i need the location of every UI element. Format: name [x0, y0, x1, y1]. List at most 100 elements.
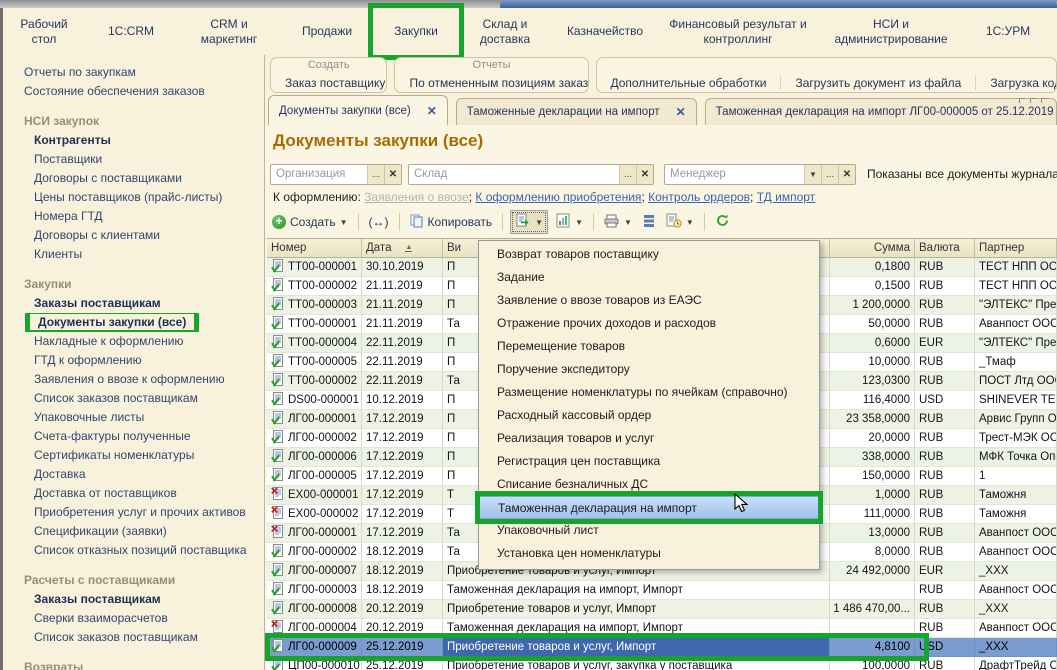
section-tab-4[interactable]: Продажи	[281, 8, 373, 55]
doc-clock-icon	[666, 213, 682, 231]
table-row[interactable]: ЛГ00-00000420.12.2019Таможенная декларац…	[267, 619, 1057, 638]
clear-icon[interactable]: ✕	[838, 165, 855, 184]
sidebar-item[interactable]: Заказы поставщикам	[3, 590, 264, 609]
document-tab-3[interactable]: Таможенная декларация на импорт ЛГ00-000…	[705, 98, 1057, 125]
table-row[interactable]: ЦП00-00001025.12.2019Приобретение товаро…	[267, 657, 1057, 670]
menu-item-3[interactable]: Заявление о ввозе товаров из ЕАЭС	[479, 289, 819, 312]
sidebar-item[interactable]: Клиенты	[3, 245, 264, 264]
create-button[interactable]: + Создать ▼	[269, 213, 351, 231]
table-row[interactable]: ЛГ00-00000820.12.2019Приобретение товаро…	[267, 600, 1057, 619]
copy-button[interactable]: Копировать	[407, 212, 496, 233]
ribbon-command[interactable]: По отмененным позициям заказа	[395, 76, 588, 90]
filter-1[interactable]: Организация...✕	[270, 164, 402, 185]
sidebar-item[interactable]: Список заказов поставщикам	[3, 389, 264, 408]
table-row[interactable]: ЛГ00-00000925.12.2019Приобретение товаро…	[267, 638, 1057, 657]
sidebar-item[interactable]: Номера ГТД	[3, 207, 264, 226]
choose-icon[interactable]: ...	[821, 165, 838, 184]
sidebar-item[interactable]: Документы закупки (все)	[3, 313, 264, 332]
sidebar-item[interactable]: Договоры с поставщиками	[3, 169, 264, 188]
sidebar-item[interactable]: Доставка	[3, 465, 264, 484]
panel-controls-icon[interactable]	[1019, 98, 1047, 103]
sidebar-item[interactable]: Отчеты по закупкам	[3, 63, 264, 82]
quick-link-2[interactable]: К оформлению приобретения	[475, 190, 641, 204]
list-settings-button[interactable]	[640, 212, 658, 233]
sidebar-item[interactable]: Заказы поставщикам	[3, 294, 264, 313]
menu-item-14[interactable]: Установка цен номенклатуры	[479, 542, 819, 565]
section-tab-3[interactable]: CRM и маркетинг	[177, 8, 281, 55]
menu-item-8[interactable]: Расходный кассовый ордер	[479, 404, 819, 427]
close-icon[interactable]: ✕	[676, 105, 686, 119]
create-based-on-icon	[515, 213, 531, 231]
sidebar-item[interactable]: Заявления о ввозе к оформлению	[3, 370, 264, 389]
choose-icon[interactable]: ...	[367, 165, 384, 184]
column-header-5[interactable]: Валюта	[915, 239, 975, 257]
menu-item-4[interactable]: Отражение прочих доходов и расходов	[479, 312, 819, 335]
column-header-4[interactable]: Сумма	[830, 239, 915, 257]
document-tab-1[interactable]: Документы закупки (все)✕	[268, 95, 448, 125]
sidebar-item[interactable]: Состояние обеспечения заказов	[3, 82, 264, 101]
document-date-cell: 21.11.2019	[362, 277, 443, 296]
document-journal-button[interactable]: ▼	[663, 211, 697, 233]
menu-item-11[interactable]: Списание безналичных ДС	[479, 473, 819, 496]
filter-2[interactable]: Склад...✕	[408, 164, 654, 185]
sidebar-item[interactable]: Доставка от поставщиков	[3, 484, 264, 503]
sidebar-item[interactable]: Договоры с клиентами	[3, 226, 264, 245]
section-tab-7[interactable]: Казначейство	[551, 8, 659, 55]
quick-link-4[interactable]: ТД импорт	[757, 190, 815, 204]
section-tab-1[interactable]: Рабочий стол	[3, 8, 85, 55]
sidebar-item[interactable]: ГТД к оформлению	[3, 351, 264, 370]
menu-item-7[interactable]: Размещение номенклатуры по ячейкам (спра…	[479, 381, 819, 404]
menu-item-10[interactable]: Регистрация цен поставщика	[479, 450, 819, 473]
close-icon[interactable]: ✕	[427, 104, 437, 118]
section-tab-10[interactable]: 1С:УРМ	[965, 8, 1051, 55]
section-tab-9[interactable]: НСИ и администрирование	[817, 8, 965, 55]
reports-button[interactable]: ▼	[553, 211, 586, 233]
sidebar-item[interactable]: Упаковочные листы	[3, 408, 264, 427]
section-tab-6[interactable]: Склад и доставка	[459, 8, 551, 55]
ribbon-command[interactable]: Загрузить документ из файла	[780, 76, 975, 90]
match-button[interactable]: (↔)	[366, 213, 392, 231]
sidebar-item[interactable]: Цены поставщиков (прайс-листы)	[3, 188, 264, 207]
sidebar-item[interactable]: Сертификаты номенклатуры	[3, 446, 264, 465]
quick-link-1[interactable]: Заявления о ввозе	[364, 190, 469, 204]
filter-3[interactable]: Менеджер▼...✕	[664, 164, 856, 185]
create-based-on-button[interactable]: ▼	[510, 210, 548, 234]
print-button[interactable]: ▼	[601, 212, 635, 233]
quick-link-3[interactable]: Контроль ордеров	[648, 190, 750, 204]
choose-icon[interactable]: ...	[619, 165, 636, 184]
sidebar-item[interactable]: Поставщики	[3, 150, 264, 169]
ribbon-command[interactable]: Дополнительные обработки	[597, 76, 781, 90]
menu-item-13[interactable]: Упаковочный лист	[479, 519, 819, 542]
section-tab-5[interactable]: Закупки	[373, 8, 459, 55]
document-tab-label: Таможенные декларации на импорт	[467, 106, 660, 118]
column-header-1[interactable]: Номер	[267, 239, 362, 257]
document-tab-2[interactable]: Таможенные декларации на импорт ✕	[456, 98, 697, 125]
column-header-2[interactable]: Дата▲	[362, 239, 443, 257]
menu-item-9[interactable]: Реализация товаров и услуг	[479, 427, 819, 450]
refresh-icon	[715, 213, 730, 231]
clear-icon[interactable]: ✕	[384, 165, 401, 184]
section-tab-2[interactable]: 1С:CRM	[85, 8, 177, 55]
refresh-button[interactable]	[712, 211, 733, 233]
section-tab-8[interactable]: Финансовый результат и контроллинг	[659, 8, 817, 55]
sidebar-item[interactable]: Спецификации (заявки)	[3, 522, 264, 541]
menu-item-5[interactable]: Перемещение товаров	[479, 335, 819, 358]
sidebar-item[interactable]: Список отказных позиций поставщика	[3, 541, 264, 560]
menu-item-1[interactable]: Возврат товаров поставщику	[479, 243, 819, 266]
sidebar-item[interactable]: Сверки взаиморасчетов	[3, 609, 264, 628]
column-header-6[interactable]: Партнер	[975, 239, 1057, 257]
menu-item-6[interactable]: Поручение экспедитору	[479, 358, 819, 381]
ribbon-command[interactable]: Загрузка кодов ТН	[975, 76, 1057, 90]
sidebar-item[interactable]: Контрагенты	[3, 131, 264, 150]
table-row[interactable]: ЛГ00-00000318.12.2019Таможенная декларац…	[267, 581, 1057, 600]
sidebar-item[interactable]: Счета-фактуры полученные	[3, 427, 264, 446]
sidebar-item[interactable]: Накладные к оформлению	[3, 332, 264, 351]
chevron-down-icon[interactable]: ▼	[804, 165, 821, 184]
menu-item-2[interactable]: Задание	[479, 266, 819, 289]
ribbon-command[interactable]: Заказ поставщику	[271, 76, 387, 90]
sidebar-item[interactable]: Приобретения услуг и прочих активов	[3, 503, 264, 522]
clear-icon[interactable]: ✕	[636, 165, 653, 184]
sidebar-item: Возвраты	[3, 658, 264, 670]
sidebar-item[interactable]: Список заказов поставщикам	[3, 628, 264, 647]
menu-item-12[interactable]: Таможенная декларация на импорт	[480, 496, 818, 519]
